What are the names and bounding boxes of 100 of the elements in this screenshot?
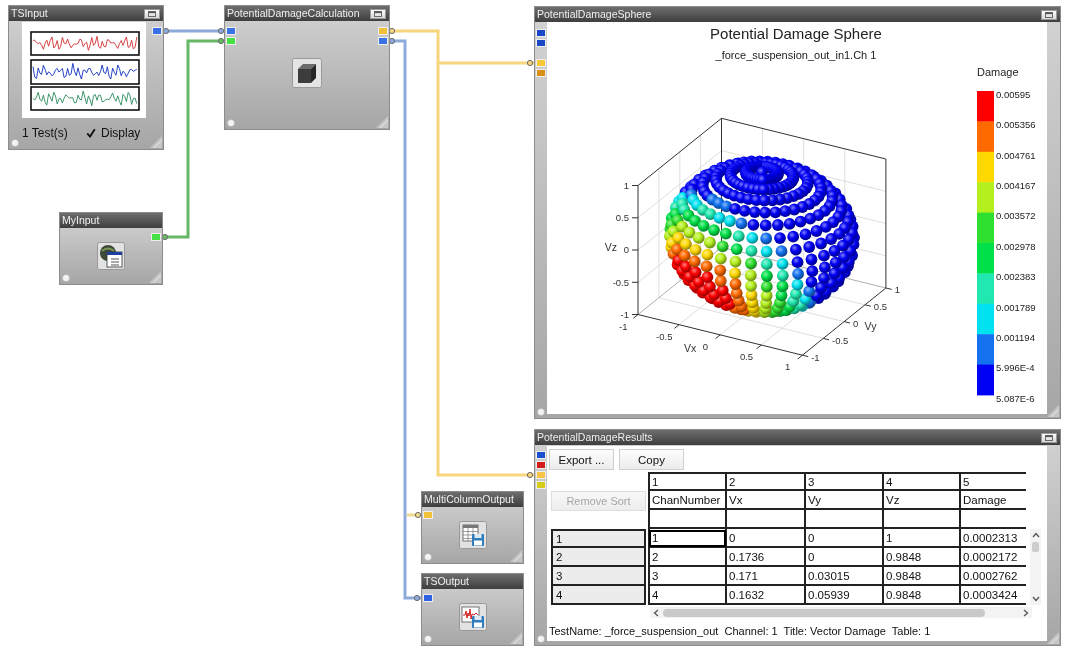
axis-tick-label: 0.5 — [739, 351, 754, 363]
input-port[interactable] — [423, 511, 433, 519]
export-button[interactable]: Export ... — [549, 449, 614, 470]
resize-grip-icon[interactable] — [1047, 405, 1059, 417]
axis-tick-label: 0.5 — [615, 212, 629, 224]
window-button[interactable] — [1041, 9, 1057, 20]
column-header[interactable]: ChanNumber — [648, 491, 727, 510]
column-number[interactable]: 2 — [727, 474, 806, 491]
column-number[interactable]: 3 — [806, 474, 884, 491]
axis-tick-label: -0.5 — [656, 330, 673, 342]
status-dot-icon — [537, 635, 545, 643]
axis-tick-label: 0.5 — [873, 301, 887, 313]
output-port[interactable] — [378, 37, 388, 45]
column-header[interactable]: Vz — [884, 491, 961, 510]
test-count: 1 Test(s) — [22, 126, 69, 140]
table-cell[interactable]: 3 — [648, 567, 727, 586]
copy-button[interactable]: Copy — [619, 449, 684, 470]
table-cell[interactable]: 1 — [648, 529, 727, 548]
checkbox-label[interactable]: Display — [101, 126, 141, 140]
horizontal-scrollbar[interactable] — [650, 607, 1032, 618]
colorbar-label: 0.001789 — [996, 301, 1036, 313]
axis-tick-label: -1 — [620, 308, 629, 320]
chevron-left-icon[interactable] — [653, 608, 659, 617]
table-cell[interactable]: 4 — [648, 586, 727, 605]
chevron-right-icon[interactable] — [1023, 608, 1029, 617]
input-port[interactable] — [536, 471, 546, 479]
column-header[interactable]: Vy — [806, 491, 884, 510]
input-port[interactable] — [536, 29, 546, 37]
colorbar-label: 0.004167 — [996, 180, 1036, 191]
table-cell[interactable]: 0.1736 — [727, 548, 806, 567]
status-dot-icon — [424, 635, 432, 643]
colorbar-label: 0.00595 — [996, 88, 1031, 100]
status-text: TestName: _force_suspension_out Channel: 1 Title: Vector Damage Table: 1 — [549, 625, 932, 637]
input-port[interactable] — [226, 37, 236, 45]
resize-grip-icon[interactable] — [150, 136, 162, 148]
row-header[interactable]: 3 — [551, 567, 646, 586]
node-title: MultiColumnOutput — [424, 493, 514, 506]
column-number[interactable]: 4 — [884, 474, 961, 491]
scrollbar-thumb[interactable] — [663, 608, 985, 617]
axis-tick-label: 1 — [623, 179, 629, 191]
colorbar-label: 0.004761 — [996, 149, 1036, 161]
chevron-down-icon[interactable] — [1031, 596, 1040, 602]
axis-tick-label: 1 — [784, 361, 791, 373]
input-port[interactable] — [536, 451, 546, 459]
axis-tick-label: -1 — [618, 320, 628, 332]
input-port[interactable] — [423, 594, 433, 602]
table-cell[interactable]: 0.9848 — [884, 586, 961, 605]
chevron-up-icon[interactable] — [1031, 532, 1040, 538]
node-title: TSOutput — [424, 575, 469, 588]
status-dot-icon — [424, 553, 432, 561]
table-cell[interactable]: 0.1632 — [727, 586, 806, 605]
axis-tick-label: 0 — [623, 244, 629, 256]
axis-title: Vz — [604, 241, 617, 253]
resize-grip-icon[interactable] — [510, 632, 522, 644]
window-button[interactable] — [370, 8, 386, 19]
axis-tick-label: 0 — [702, 341, 709, 353]
scrollbar-thumb[interactable] — [1032, 542, 1039, 552]
input-port[interactable] — [536, 481, 546, 489]
column-number[interactable]: 1 — [648, 474, 727, 491]
input-port[interactable] — [536, 461, 546, 469]
table-cell[interactable]: 1 — [884, 529, 961, 548]
colorbar-label: 0.003572 — [996, 210, 1036, 222]
colorbar-label: 0.002383 — [996, 271, 1036, 283]
status-dot-icon — [227, 119, 235, 127]
input-port[interactable] — [226, 27, 236, 35]
table-floppy-icon — [458, 521, 487, 549]
window-button[interactable] — [144, 8, 160, 19]
column-header[interactable]: Vx — [727, 491, 806, 510]
resize-grip-icon[interactable] — [1047, 632, 1059, 644]
table-cell[interactable]: 0.9848 — [884, 567, 961, 586]
vertical-scrollbar[interactable] — [1030, 529, 1041, 605]
row-header[interactable]: 4 — [551, 586, 646, 605]
resize-grip-icon[interactable] — [149, 271, 161, 283]
checkbox[interactable] — [86, 128, 96, 138]
cube-icon — [292, 58, 322, 88]
node-title: PotentialDamageResults — [537, 431, 653, 444]
table-cell[interactable]: 0.9848 — [884, 548, 961, 567]
table-cell[interactable]: 0 — [727, 529, 806, 548]
node-title: MyInput — [62, 214, 100, 227]
axis-tick-label: -0.5 — [832, 334, 849, 346]
node-title: TSInput — [11, 7, 48, 20]
row-header[interactable]: 2 — [551, 548, 646, 567]
axis-title: Vy — [864, 320, 877, 333]
input-port[interactable] — [536, 69, 546, 77]
window-button[interactable] — [1041, 432, 1057, 443]
input-port[interactable] — [536, 59, 546, 67]
table-cell[interactable]: 0.03015 — [806, 567, 884, 586]
resize-grip-icon[interactable] — [510, 550, 522, 562]
table-cell[interactable]: 0 — [806, 548, 884, 567]
colorbar-label: 5.996E-4 — [996, 362, 1035, 374]
table-cell[interactable]: 0.171 — [727, 567, 806, 586]
resize-grip-icon[interactable] — [376, 116, 388, 128]
input-port[interactable] — [536, 39, 546, 47]
table-cell[interactable]: 0.05939 — [806, 586, 884, 605]
output-port[interactable] — [152, 27, 162, 35]
colorbar-label: 0.005356 — [996, 119, 1036, 131]
window-icon — [1045, 11, 1053, 18]
table-cell[interactable]: 0 — [806, 529, 884, 548]
table-cell[interactable]: 2 — [648, 548, 727, 567]
row-header[interactable]: 1 — [551, 529, 646, 548]
